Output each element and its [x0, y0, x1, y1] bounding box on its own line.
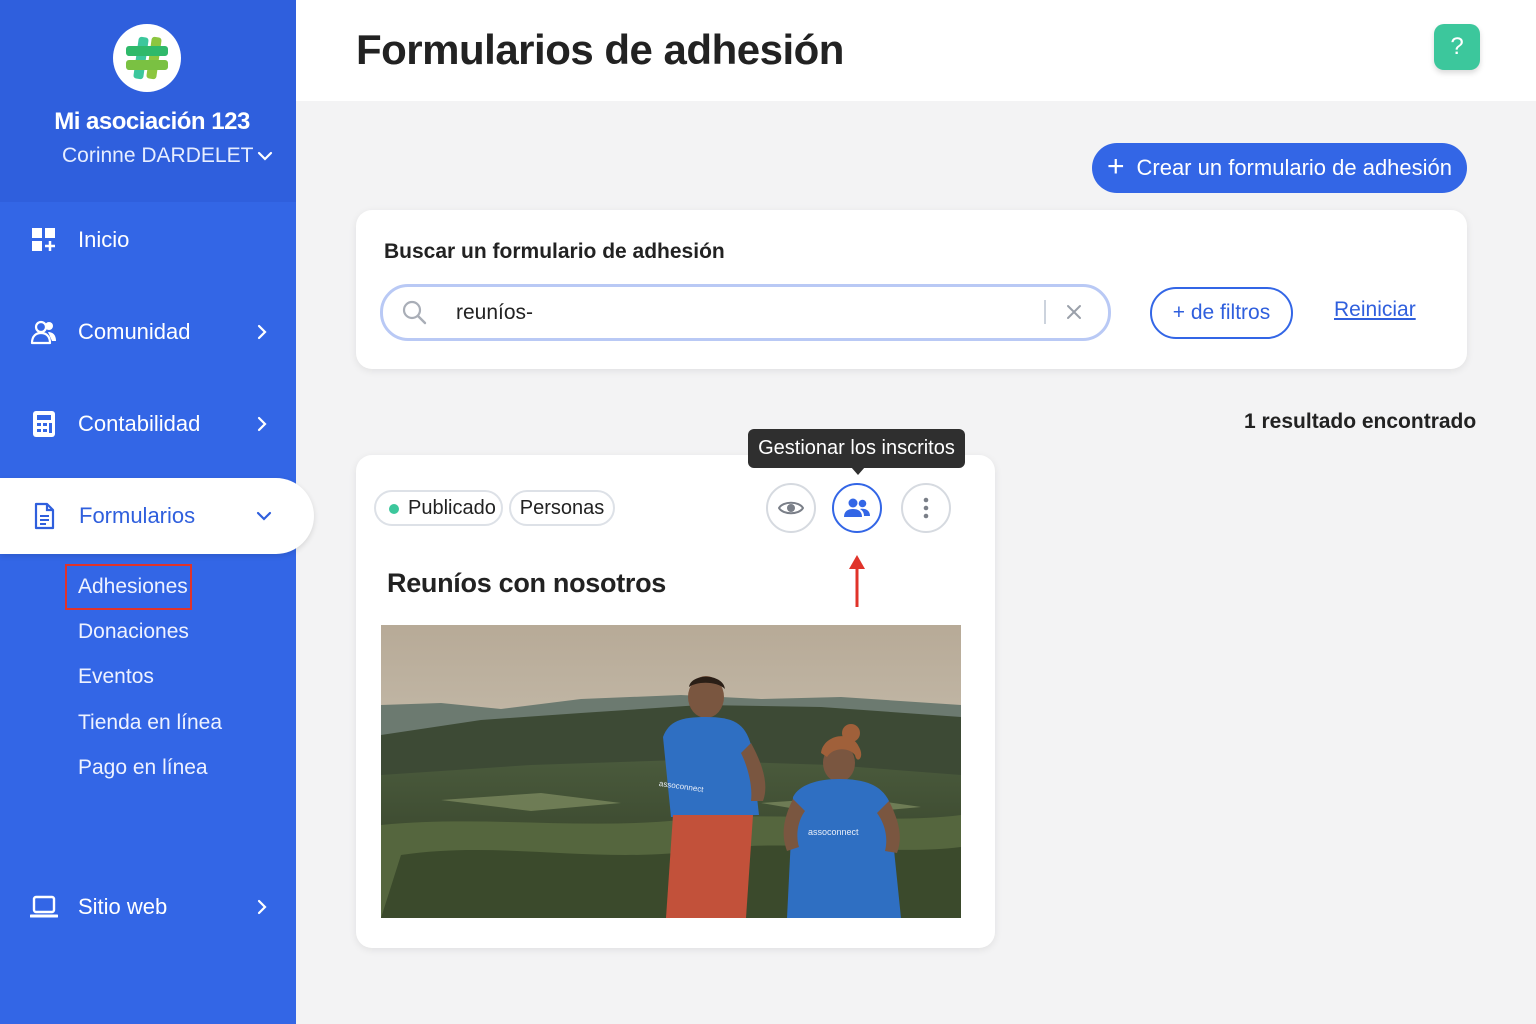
landscape-photo: assoconnect assoconnect — [381, 625, 961, 918]
hashtag-logo-icon — [126, 36, 168, 80]
form-title[interactable]: Reuníos con nosotros — [387, 568, 666, 599]
status-dot-icon — [389, 504, 399, 514]
more-options-button[interactable] — [901, 483, 951, 533]
sidebar-subitem-donaciones[interactable]: Donaciones — [78, 620, 189, 644]
sidebar: Mi asociación 123 Corinne DARDELET Inici… — [0, 0, 314, 1024]
calculator-icon — [33, 411, 55, 437]
sidebar-subitem-pago[interactable]: Pago en línea — [78, 756, 208, 780]
org-logo[interactable] — [113, 24, 181, 92]
create-form-button[interactable]: + Crear un formulario de adhesión — [1092, 143, 1467, 193]
status-label: Publicado — [408, 496, 496, 519]
sidebar-subitem-tienda[interactable]: Tienda en línea — [78, 711, 222, 735]
shirt-text-right: assoconnect — [808, 827, 859, 837]
plus-icon: + — [1106, 149, 1125, 183]
sidebar-item-formularios[interactable]: Formularios — [0, 478, 314, 554]
type-badge: Personas — [509, 490, 615, 526]
annotation-arrow-icon — [849, 555, 865, 607]
preview-button[interactable] — [766, 483, 816, 533]
sidebar-item-label: Formularios — [79, 503, 196, 528]
org-name: Mi asociación 123 — [54, 108, 250, 135]
chevron-right-icon — [257, 899, 267, 915]
more-vertical-icon — [923, 497, 929, 519]
sidebar-item-contabilidad[interactable]: Contabilidad — [0, 394, 296, 454]
create-form-label: Crear un formulario de adhesión — [1136, 155, 1453, 180]
page-title: Formularios de adhesión — [356, 26, 844, 73]
chevron-right-icon — [257, 416, 267, 432]
sidebar-subitem-eventos[interactable]: Eventos — [78, 665, 154, 689]
search-divider — [1044, 300, 1046, 324]
sidebar-item-comunidad[interactable]: Comunidad — [0, 302, 296, 362]
document-icon — [34, 502, 55, 530]
user-name[interactable]: Corinne DARDELET — [62, 144, 253, 168]
manage-members-button[interactable] — [832, 483, 882, 533]
chevron-down-icon — [256, 511, 272, 521]
sidebar-item-inicio[interactable]: Inicio — [0, 210, 296, 270]
sidebar-item-label: Inicio — [78, 227, 130, 252]
users-icon — [30, 320, 56, 345]
search-input[interactable] — [456, 296, 1016, 330]
help-icon: ? — [1450, 33, 1464, 60]
chevron-right-icon — [257, 324, 267, 340]
sidebar-item-label: Comunidad — [78, 319, 191, 344]
status-badge: Publicado — [374, 490, 503, 526]
tooltip: Gestionar los inscritos — [748, 429, 965, 468]
help-button[interactable]: ? — [1434, 24, 1480, 70]
search-icon — [402, 300, 427, 325]
tooltip-arrow — [851, 467, 865, 475]
sidebar-item-label: Sitio web — [78, 894, 168, 919]
dashboard-icon — [32, 228, 55, 251]
laptop-icon — [30, 895, 58, 918]
chevron-down-icon[interactable] — [256, 150, 274, 162]
result-count: 1 resultado encontrado — [1244, 410, 1477, 433]
reset-link[interactable]: Reiniciar — [1334, 298, 1416, 322]
more-filters-button[interactable]: + de filtros — [1150, 287, 1293, 339]
users-icon — [844, 498, 870, 517]
sidebar-item-label: Contabilidad — [78, 411, 201, 436]
sidebar-subitem-adhesiones[interactable]: Adhesiones — [78, 575, 188, 599]
search-title: Buscar un formulario de adhesión — [384, 240, 725, 263]
form-cover-image: assoconnect assoconnect — [381, 625, 961, 918]
close-icon[interactable] — [1064, 302, 1084, 322]
eye-icon — [778, 501, 804, 515]
sidebar-item-sitio-web[interactable]: Sitio web — [0, 877, 296, 937]
